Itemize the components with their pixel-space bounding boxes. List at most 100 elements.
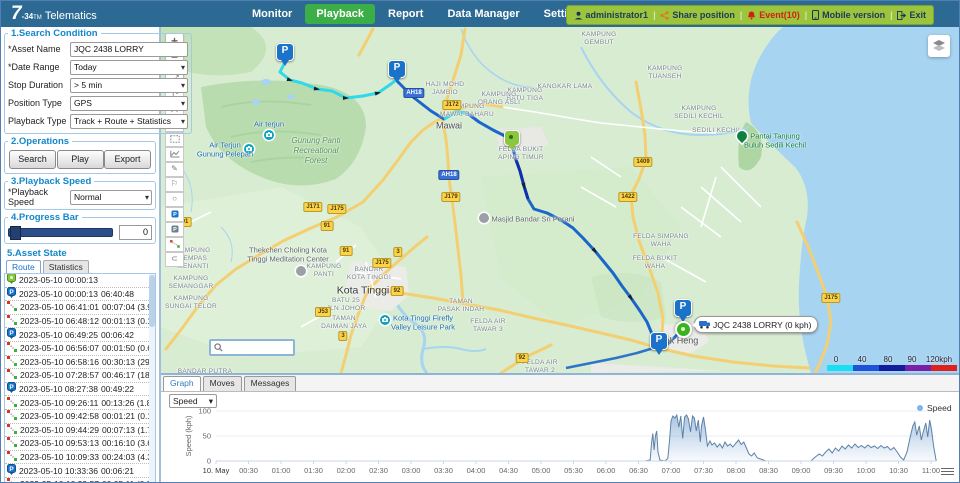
asset-state-row[interactable]: P2023-05-10 06:49:2500:06:42 <box>5 328 155 342</box>
stats-chart-tool[interactable] <box>165 147 184 162</box>
play-button[interactable]: Play <box>57 150 104 169</box>
entry-time: 2023-05-10 00:00:13 <box>19 289 98 299</box>
user-bar-event-10[interactable]: Event(10) <box>747 10 800 20</box>
date-range-select[interactable]: Today▾ <box>70 60 188 75</box>
search-button[interactable]: Search <box>9 150 56 169</box>
separator: | <box>805 10 807 20</box>
asset-list-scrollbar[interactable] <box>149 274 155 483</box>
nav-item-data-manager[interactable]: Data Manager <box>436 1 530 27</box>
x-axis-tick-label: 07:30 <box>694 466 713 475</box>
field-row-asset-name: *Asset Name <box>8 40 188 58</box>
road-badge-j53: J53 <box>315 307 331 317</box>
parking-map-marker[interactable]: P <box>276 43 294 61</box>
chevron-down-icon: ▾ <box>181 79 185 92</box>
x-axis-tick-label: 10. May <box>203 466 230 475</box>
stop-duration-select[interactable]: > 5 min▾ <box>70 78 188 93</box>
asset-state-row[interactable]: P2023-05-10 08:27:3800:49:22 <box>5 383 155 397</box>
progress-slider-handle[interactable] <box>10 226 21 240</box>
entry-detail: 00:01:13 (0.1 km) <box>102 316 156 326</box>
user-bar-administrator1[interactable]: administrator1 <box>574 10 649 20</box>
nav-item-monitor[interactable]: Monitor <box>241 1 303 27</box>
x-axis-tick-label: 00:30 <box>239 466 258 475</box>
progress-value[interactable]: 0 <box>119 225 152 240</box>
asset-state-row[interactable]: 2023-05-10 06:56:0700:01:50 (0.6 km) <box>5 342 155 356</box>
asset-state-row[interactable]: 2023-05-10 07:28:5700:46:17 (18.4 km) <box>5 369 155 383</box>
playback-speed-section: 3.Playback Speed *Playback Speed Normal▾ <box>4 176 156 210</box>
road-badge-j175: J175 <box>372 258 391 268</box>
asset-state-row[interactable]: P2023-05-10 00:00:1306:40:48 <box>5 288 155 302</box>
stop-map-marker[interactable] <box>504 130 520 146</box>
chart-menu-icon[interactable] <box>941 466 954 477</box>
phone-icon <box>812 10 819 20</box>
svg-text:P: P <box>9 384 14 391</box>
user-bar-mobile-version[interactable]: Mobile version <box>812 10 885 20</box>
parking-map-marker[interactable]: P <box>388 60 406 78</box>
flag-tool[interactable]: ⚐ <box>165 177 184 192</box>
asset-list-scrollbar-thumb[interactable] <box>149 275 155 327</box>
playback-speed-select[interactable]: Normal▾ <box>70 190 152 205</box>
entry-time: 2023-05-10 10:33:36 <box>19 466 98 476</box>
user-bar-exit[interactable]: Exit <box>897 10 926 20</box>
x-axis-tick-label: 09:30 <box>824 466 843 475</box>
asset-state-title: 5.Asset State <box>1 246 159 260</box>
asset-state-row[interactable]: 2023-05-10 06:58:1600:30:13 (29.5 km) <box>5 356 155 370</box>
asset-state-row[interactable]: 2023-05-10 06:48:1200:01:13 (0.1 km) <box>5 315 155 329</box>
field-label: *Asset Name <box>8 44 70 54</box>
vehicle-info-label[interactable]: JQC 2438 LORRY (0 kph) <box>694 316 818 333</box>
export-button[interactable]: Export <box>104 150 151 169</box>
asset-state-row[interactable]: 2023-05-10 09:26:1100:13:26 (1.8 km) <box>5 396 155 410</box>
parking-map-marker[interactable]: P <box>674 299 692 317</box>
road-badge-j171: J171 <box>303 202 322 212</box>
entry-detail: 00:05:11 (0.9 km) <box>102 479 156 483</box>
road-badge-3: 3 <box>393 247 402 257</box>
poi-camera-icon[interactable] <box>380 315 390 325</box>
x-axis-tick-label: 01:00 <box>272 466 291 475</box>
poi-dot-icon[interactable] <box>296 266 306 276</box>
curve-tool[interactable]: ⊂ <box>165 252 184 267</box>
entry-time: 2023-05-10 06:48:12 <box>20 316 99 326</box>
asset-state-row[interactable]: 2023-05-10 09:42:5800:01:21 (0.1 km) <box>5 410 155 424</box>
circle-tool[interactable]: ○ <box>165 192 184 207</box>
poi-dot-icon[interactable] <box>479 213 489 223</box>
asset-state-row[interactable]: 2023-05-10 06:41:0100:07:04 (3.9 km) <box>5 301 155 315</box>
progress-bar-title: 4.Progress Bar <box>8 212 82 223</box>
map-canvas[interactable]: KAMPUNG GEMBUTKANGKAR LAMAKAMPUNG BATU T… <box>161 27 960 373</box>
asset-state-row[interactable]: 2023-05-10 09:44:2900:07:13 (1.7 km) <box>5 424 155 438</box>
parking-gray-marker-tool[interactable]: P <box>165 222 184 237</box>
asset-state-row[interactable]: 2023-05-10 00:00:13 <box>5 274 155 288</box>
draw-tool[interactable]: ✎ <box>165 162 184 177</box>
chevron-down-icon: ▾ <box>181 97 185 110</box>
logo-trademark: TM <box>33 15 42 21</box>
route-segment-tool[interactable] <box>165 237 184 252</box>
asset-state-row[interactable]: 2023-05-10 10:09:3300:24:03 (4.3 km) <box>5 451 155 465</box>
asset-state-row[interactable]: 2023-05-10 10:39:5700:05:11 (0.9 km) <box>5 478 155 483</box>
playback-type-select[interactable]: Track + Route + Statistics▾ <box>70 114 188 129</box>
poi-camera-icon[interactable] <box>244 144 254 154</box>
position-type-select[interactable]: GPS▾ <box>70 96 188 111</box>
user-bar-share-position[interactable]: Share position <box>660 10 735 20</box>
asset-tab-statistics[interactable]: Statistics <box>43 260 89 273</box>
map-layers-button[interactable] <box>928 35 950 57</box>
x-axis-tick-label: 06:30 <box>629 466 648 475</box>
brand-logo: 7 -34 TM Telematics <box>11 3 161 25</box>
progress-bar-section: 4.Progress Bar 0 <box>4 212 156 244</box>
parking-marker-tool[interactable]: P <box>165 207 184 222</box>
asset-name-input[interactable] <box>70 42 188 57</box>
asset-state-row[interactable]: P2023-05-10 10:33:3600:06:21 <box>5 464 155 478</box>
nav-item-playback[interactable]: Playback <box>305 4 375 24</box>
x-axis-tick-label: 02:00 <box>337 466 356 475</box>
poi-camera-icon[interactable] <box>264 130 274 140</box>
parking-map-marker[interactable]: P <box>650 332 668 350</box>
playback-speed-label: *Playback Speed <box>8 187 70 207</box>
field-label: *Date Range <box>8 62 70 72</box>
asset-state-row[interactable]: 2023-05-10 09:53:1300:16:10 (3.6 km) <box>5 437 155 451</box>
x-axis-tick-label: 03:30 <box>434 466 453 475</box>
progress-slider[interactable] <box>8 228 113 237</box>
entry-time: 2023-05-10 06:56:07 <box>20 343 99 353</box>
select-area-tool[interactable] <box>165 132 184 147</box>
field-label: Playback Type <box>8 116 70 126</box>
map-search-input[interactable] <box>226 342 290 354</box>
asset-tab-route[interactable]: Route <box>6 260 41 273</box>
chart-legend[interactable]: Speed <box>917 403 952 413</box>
nav-item-report[interactable]: Report <box>377 1 434 27</box>
